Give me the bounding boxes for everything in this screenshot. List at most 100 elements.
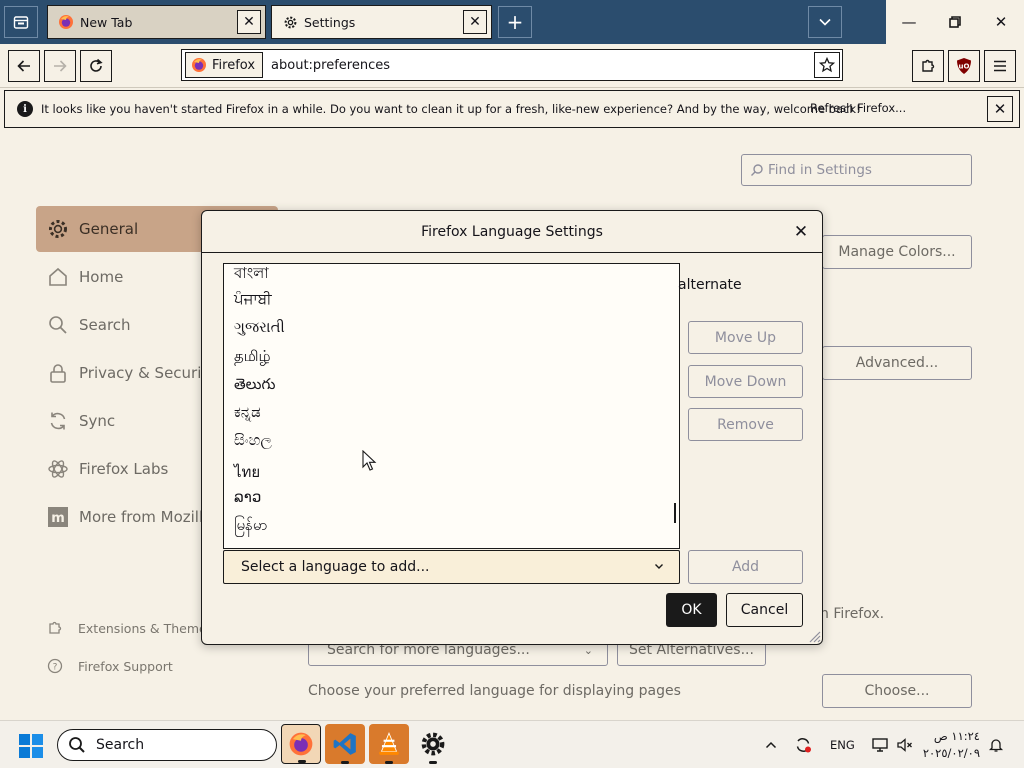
plus-icon: + — [506, 10, 524, 34]
manage-colors-button[interactable]: Manage Colors... — [822, 235, 972, 269]
ublock-origin-icon: uO — [957, 58, 971, 74]
taskbar-settings[interactable] — [413, 724, 453, 764]
identity-box[interactable]: Firefox — [185, 52, 264, 78]
close-dialog-button[interactable]: ✕ — [790, 221, 812, 243]
info-icon: i — [17, 101, 33, 117]
cancel-button[interactable]: Cancel — [726, 593, 803, 627]
dialog-title: Firefox Language Settings — [202, 211, 822, 253]
find-in-settings-input[interactable]: Find in Settings — [741, 154, 972, 186]
taskbar-search-box[interactable]: Search — [57, 729, 277, 761]
close-notification-button[interactable]: ✕ — [987, 96, 1013, 122]
puzzle-icon — [922, 59, 935, 72]
taskbar-vlc[interactable] — [369, 724, 409, 764]
move-up-button[interactable]: Move Up — [688, 321, 803, 354]
running-indicator — [429, 761, 437, 764]
list-item[interactable]: தமிழ் — [234, 347, 271, 367]
notification-message: It looks like you haven't started Firefo… — [41, 102, 861, 116]
gear-icon — [282, 14, 298, 30]
add-language-select[interactable]: Select a language to add... — [223, 550, 680, 584]
url-bar[interactable]: Firefox about:preferences — [181, 49, 843, 81]
svg-text:?: ? — [53, 663, 58, 673]
list-item[interactable]: ಕನ್ನಡ — [234, 403, 261, 421]
add-language-button[interactable]: Add — [688, 550, 803, 584]
url-text[interactable]: about:preferences — [271, 58, 390, 73]
minimize-icon: — — [901, 13, 917, 31]
app-menu-button[interactable] — [984, 50, 1016, 82]
list-scrollbar[interactable] — [674, 503, 676, 523]
page-language-description: Choose your preferred language for displ… — [308, 683, 681, 699]
tray-volume-icon[interactable] — [896, 721, 914, 768]
move-down-button[interactable]: Move Down — [688, 365, 803, 398]
atom-icon — [46, 457, 70, 481]
tray-sync-app[interactable] — [794, 721, 812, 768]
list-item[interactable]: မြန်မာ — [234, 516, 268, 538]
new-tab-button[interactable]: + — [498, 6, 532, 38]
close-window-button[interactable]: ✕ — [978, 0, 1024, 44]
list-item[interactable]: සිංහල — [234, 431, 272, 449]
identity-label: Firefox — [212, 57, 256, 73]
bookmark-button[interactable] — [814, 52, 840, 78]
tab-new-tab[interactable]: New Tab ✕ — [47, 5, 266, 39]
sync-icon — [46, 409, 70, 433]
minimize-button[interactable]: — — [886, 0, 932, 44]
forward-arrow-icon — [54, 60, 67, 72]
close-tab-button[interactable]: ✕ — [237, 10, 261, 34]
resize-grip-icon[interactable] — [807, 629, 821, 643]
refresh-firefox-button[interactable]: Refresh Firefox... — [810, 101, 906, 115]
list-item[interactable]: ਪੰਜਾਬੀ — [234, 290, 272, 308]
ublock-origin-button[interactable]: uO — [948, 50, 980, 82]
list-item[interactable]: বাংলা — [234, 264, 269, 287]
taskbar-clock[interactable]: ١١:٢٤ ص ٢٠٢٥/٠٢/٠٩ — [923, 728, 980, 762]
ok-button[interactable]: OK — [666, 593, 717, 627]
forward-button[interactable] — [44, 50, 76, 82]
sync-icon — [796, 738, 811, 753]
windows-taskbar: Search ENG ١١:٢٤ ص ٢٠٢٥/٠٢/٠٩ — [0, 720, 1024, 768]
back-arrow-icon — [17, 60, 30, 72]
restore-icon — [949, 16, 961, 28]
svg-text:m: m — [51, 511, 65, 526]
clock-time: ١١:٢٤ ص — [933, 729, 980, 743]
running-indicator — [341, 761, 349, 764]
reload-button[interactable] — [80, 50, 112, 82]
remove-button[interactable]: Remove — [688, 408, 803, 441]
list-item[interactable]: తెలుగు — [234, 375, 275, 397]
list-item[interactable]: ລາວ — [234, 488, 261, 506]
category-label: Sync — [79, 412, 116, 430]
window-controls: — ✕ — [886, 0, 1024, 44]
taskbar-firefox[interactable] — [281, 724, 321, 764]
close-tab-button[interactable]: ✕ — [463, 10, 487, 34]
footer-link-label: Firefox Support — [78, 658, 173, 674]
close-icon: ✕ — [793, 222, 809, 242]
select-value: Select a language to add... — [241, 559, 430, 575]
extensions-button[interactable] — [912, 50, 944, 82]
help-icon: ? — [46, 658, 64, 674]
advanced-fonts-button[interactable]: Advanced... — [822, 346, 972, 380]
category-label: General — [79, 220, 139, 238]
show-hidden-icons-button[interactable] — [764, 721, 778, 768]
firefox-view-button[interactable] — [4, 6, 38, 38]
restore-button[interactable] — [932, 0, 978, 44]
refresh-notification-bar: i It looks like you haven't started Fire… — [4, 90, 1020, 128]
extensions-themes-link[interactable]: Extensions & Themes — [46, 620, 213, 636]
firefox-support-link[interactable]: ? Firefox Support — [46, 658, 173, 674]
close-icon: ✕ — [469, 14, 481, 30]
home-icon — [46, 265, 70, 289]
search-placeholder: Find in Settings — [768, 162, 872, 178]
taskbar-vscode[interactable] — [325, 724, 365, 764]
lock-icon — [46, 361, 70, 385]
windows-start-icon[interactable] — [18, 733, 44, 759]
vlc-icon — [379, 732, 399, 755]
input-language-indicator[interactable]: ENG — [830, 721, 855, 768]
choose-languages-button[interactable]: Choose... — [822, 674, 972, 708]
puzzle-icon — [46, 620, 64, 636]
list-item[interactable]: ગુજરાતી — [234, 318, 285, 336]
search-icon — [69, 737, 85, 753]
notifications-button[interactable] — [988, 721, 1004, 768]
list-item[interactable]: ไทย — [234, 460, 260, 484]
tab-settings[interactable]: Settings ✕ — [271, 5, 492, 39]
back-button[interactable] — [8, 50, 40, 82]
list-all-tabs-button[interactable] — [808, 6, 842, 38]
running-indicator — [385, 761, 393, 764]
tray-display-icon[interactable] — [871, 721, 889, 768]
language-list[interactable]: বাংলা ਪੰਜਾਬੀ ગુજરાતી தமிழ் తెలుగు ಕನ್ನಡ … — [223, 263, 680, 549]
